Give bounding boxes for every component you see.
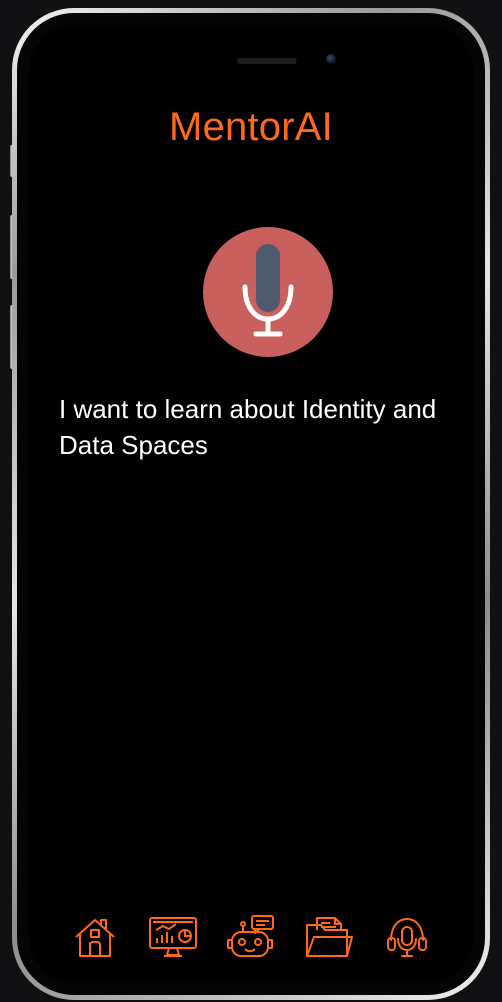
folder-documents-icon	[306, 917, 353, 957]
nav-documents[interactable]	[303, 911, 355, 963]
voice-transcript: I want to learn about Identity and Data …	[59, 394, 437, 460]
app-title: MentorAI	[169, 105, 333, 149]
robot-chat-icon	[227, 915, 274, 957]
nav-home[interactable]	[69, 911, 121, 963]
nav-voice-assistant[interactable]	[381, 911, 433, 963]
phone-screen: MentorAI I want to learn about Identity …	[29, 25, 473, 983]
device-stage: MentorAI I want to learn about Identity …	[0, 0, 502, 1002]
bottom-nav	[69, 911, 433, 963]
monitor-chart-icon	[149, 917, 197, 957]
earpiece-speaker	[237, 58, 297, 64]
front-camera	[326, 54, 336, 64]
phone-frame: MentorAI I want to learn about Identity …	[12, 8, 490, 1000]
home-icon	[75, 919, 115, 957]
headset-mic-icon	[387, 918, 427, 957]
nav-dashboard[interactable]	[147, 911, 199, 963]
mic-button[interactable]	[203, 227, 333, 357]
nav-chatbot[interactable]	[225, 911, 277, 963]
phone-bezel: MentorAI I want to learn about Identity …	[17, 13, 485, 995]
microphone-icon	[242, 244, 294, 337]
